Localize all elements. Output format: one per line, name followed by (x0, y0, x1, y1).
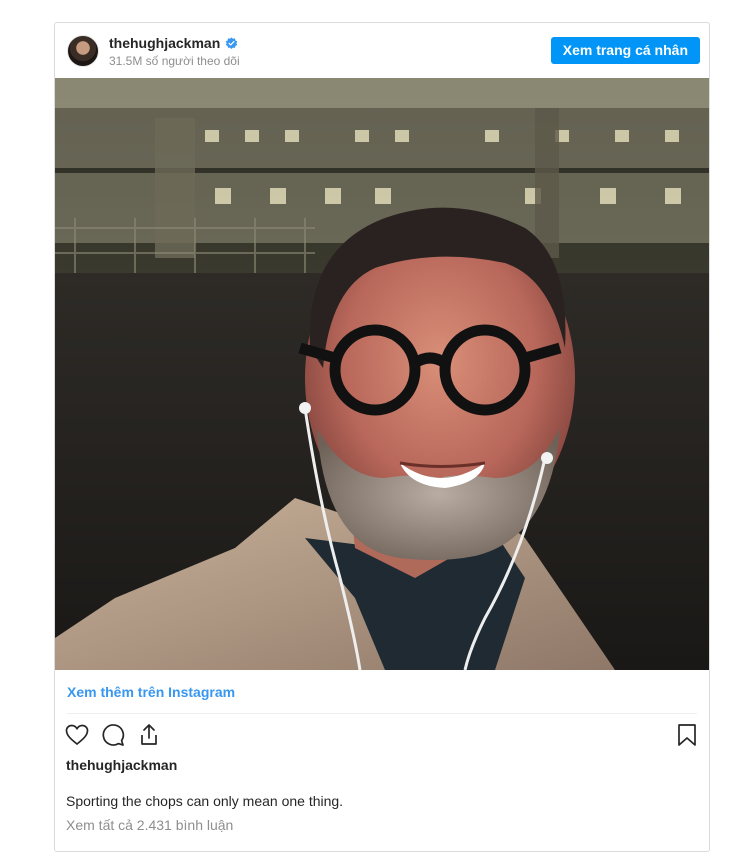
view-comments-link[interactable]: Xem tất cả 2.431 bình luận (66, 817, 233, 833)
post-image (55, 78, 709, 670)
post-header: thehughjackman 31.5M số người theo dõi X… (55, 23, 709, 78)
view-more-link[interactable]: Xem thêm trên Instagram (67, 684, 235, 700)
post-photo[interactable] (55, 78, 709, 670)
follower-count: 31.5M số người theo dõi (109, 54, 240, 68)
comment-icon (102, 724, 125, 746)
bookmark-icon (678, 724, 696, 746)
username[interactable]: thehughjackman (109, 35, 220, 51)
username-row: thehughjackman (109, 35, 240, 51)
like-button[interactable] (63, 721, 91, 749)
save-button[interactable] (673, 721, 701, 749)
heart-icon (65, 724, 89, 746)
view-profile-button[interactable]: Xem trang cá nhân (550, 37, 700, 64)
avatar[interactable] (67, 35, 99, 67)
post-username[interactable]: thehughjackman (66, 757, 177, 773)
divider (67, 713, 697, 714)
instagram-embed: thehughjackman 31.5M số người theo dõi X… (54, 22, 710, 852)
user-block: thehughjackman 31.5M số người theo dõi (109, 35, 240, 68)
verified-icon (225, 36, 238, 49)
comment-button[interactable] (99, 721, 127, 749)
action-bar (63, 721, 701, 749)
share-button[interactable] (135, 721, 163, 749)
share-icon (141, 724, 157, 745)
post-caption: Sporting the chops can only mean one thi… (66, 793, 344, 809)
